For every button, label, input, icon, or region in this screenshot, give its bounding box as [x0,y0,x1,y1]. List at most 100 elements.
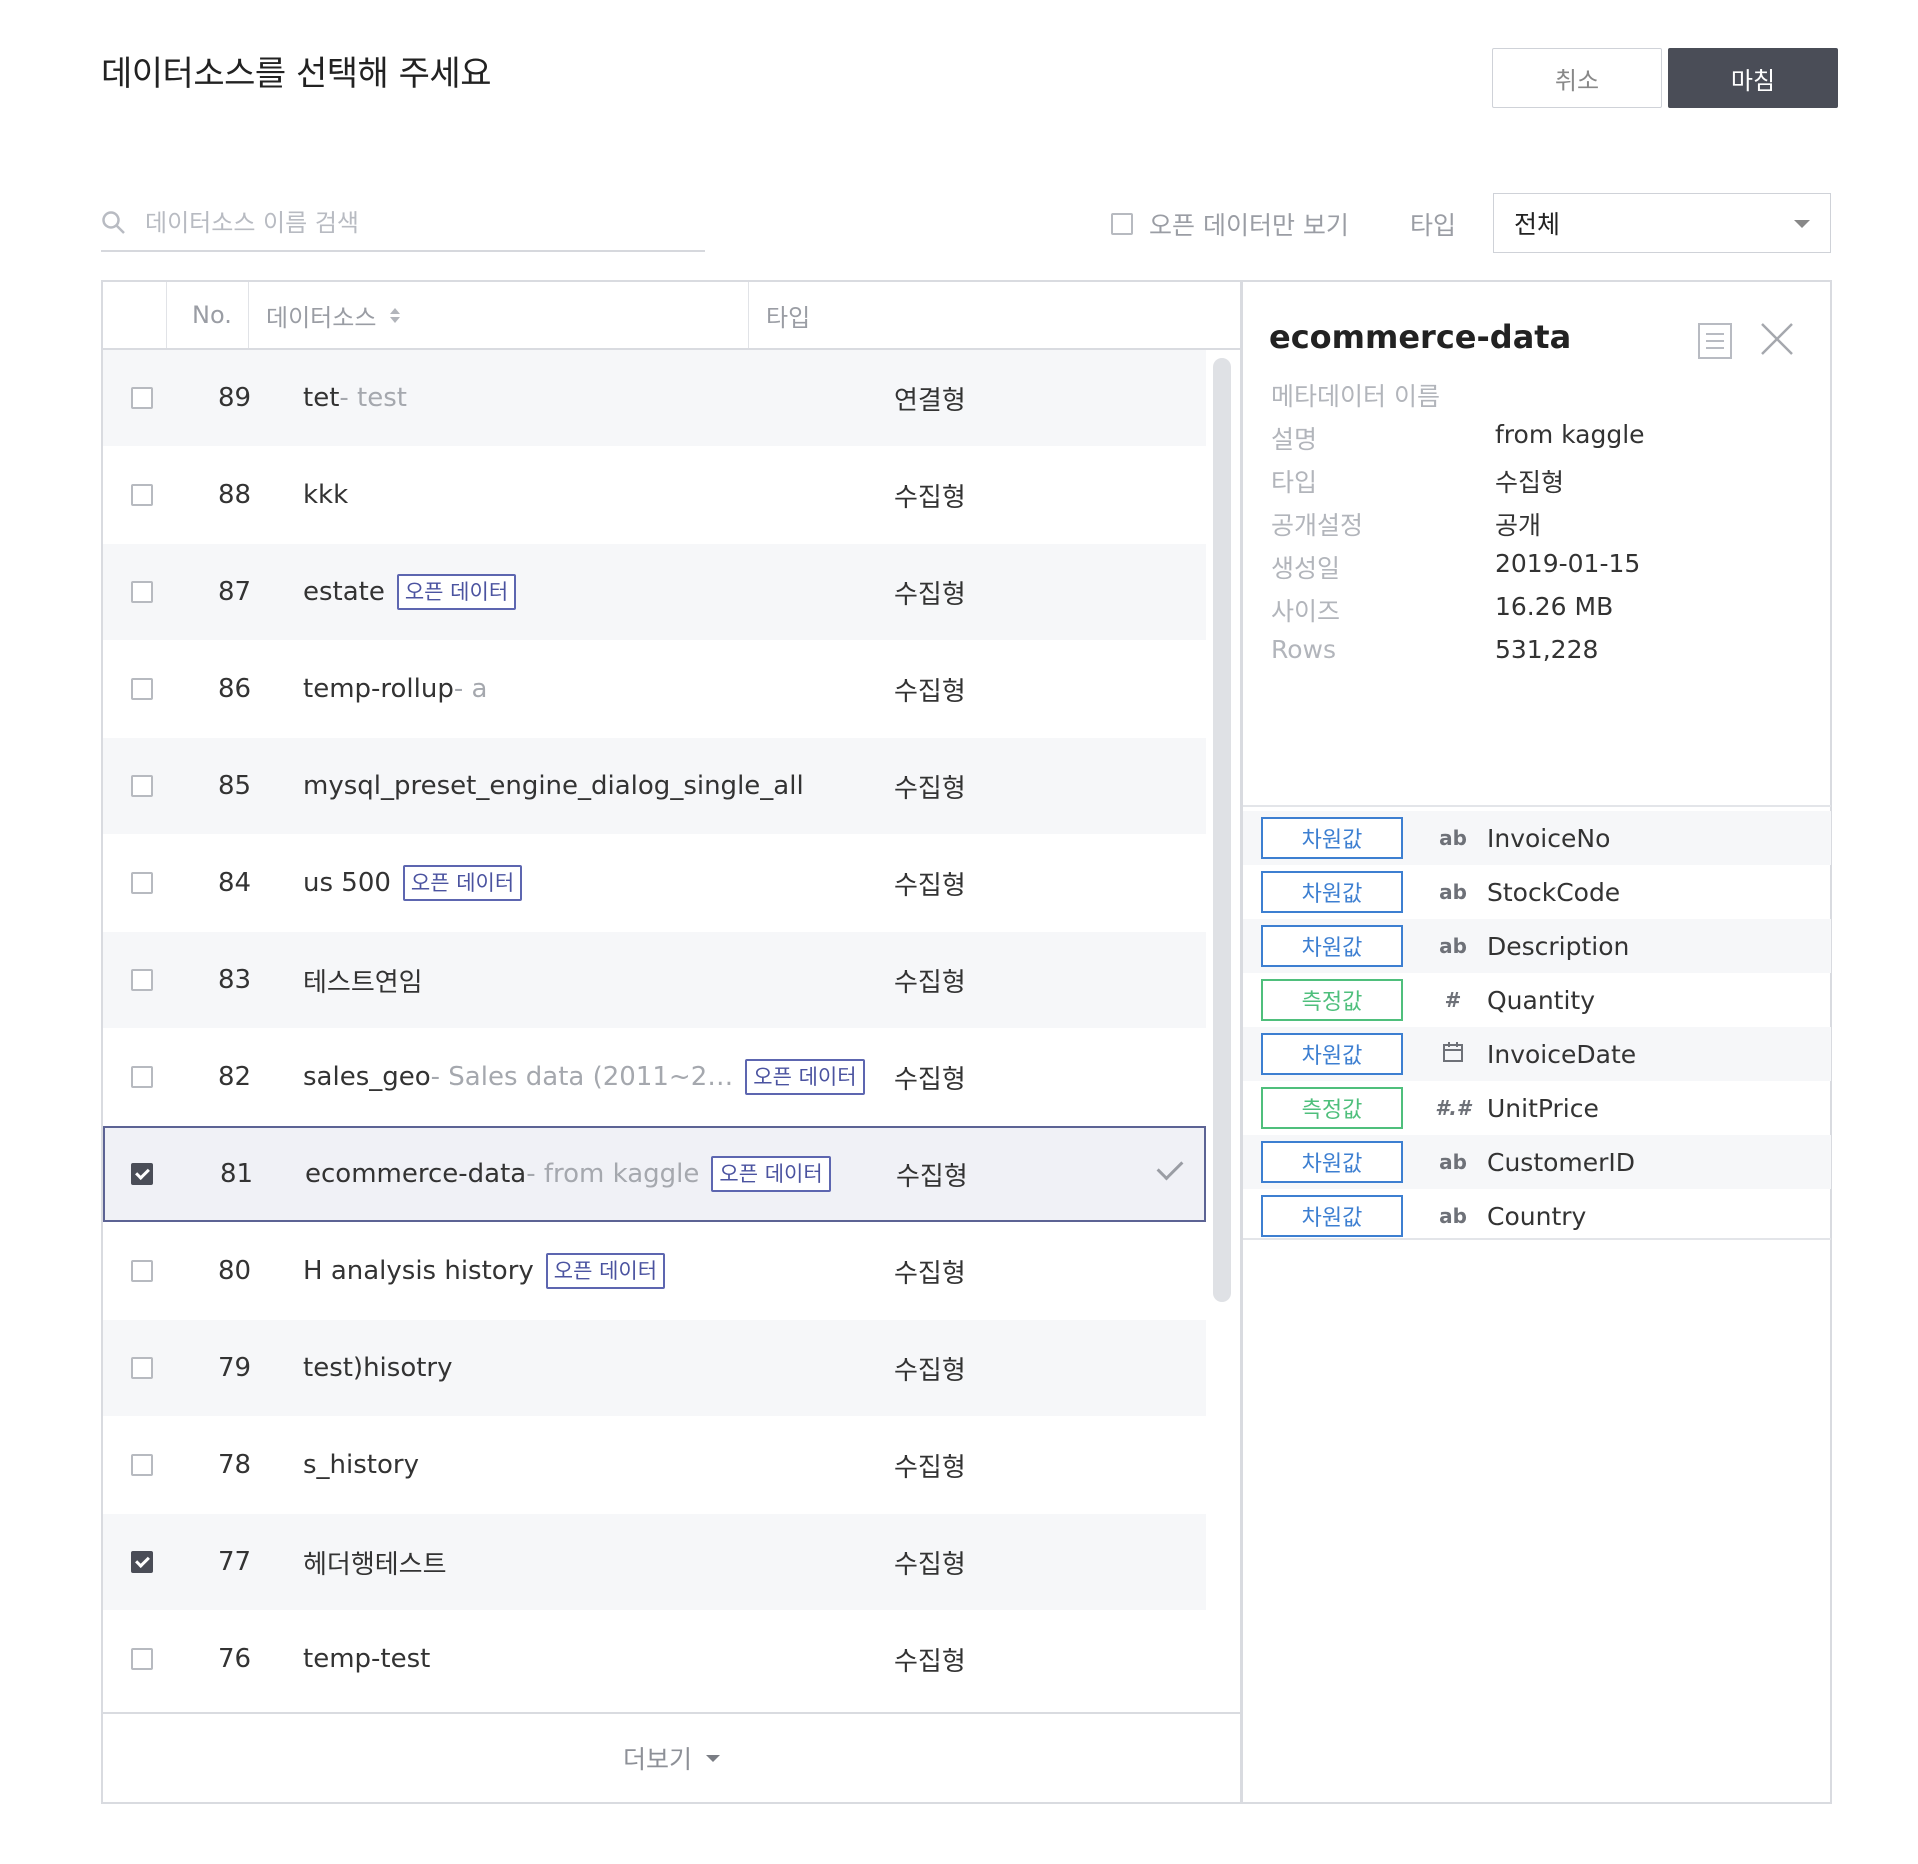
column-row: 차원값 ab Description [1243,919,1831,973]
metadata-key: Rows [1271,635,1337,664]
column-row: 측정값 # Quantity [1243,973,1831,1027]
column-role-badge: 차원값 [1261,871,1403,913]
datasource-name: temp-test [303,1644,431,1674]
table-row[interactable]: 83 테스트연임 수집형 [103,932,1206,1028]
row-checkbox[interactable] [131,1648,153,1670]
open-data-badge: 오픈 데이터 [402,865,523,901]
row-checkbox[interactable] [131,1260,153,1282]
load-more-button[interactable]: 더보기 [103,1712,1240,1802]
datasource-description: - Sales data (2011~2… [430,1062,734,1092]
row-name-cell: 테스트연임 [303,962,963,999]
row-type: 수집형 [894,967,966,998]
table-row[interactable]: 81 ecommerce-data - from kaggle 오픈 데이터 수집형 [103,1126,1206,1222]
row-checkbox[interactable] [131,581,153,603]
column-header-name[interactable]: 데이터소스 [266,282,401,348]
row-number: 82 [218,1062,252,1092]
table-header: No. 데이터소스 타입 [103,282,1240,350]
row-number: 88 [218,480,252,510]
row-checkbox[interactable] [131,484,153,506]
metadata-key: 설명 [1271,425,1318,454]
table-row[interactable]: 86 temp-rollup - a 수집형 [103,641,1206,737]
row-number: 87 [218,577,252,607]
row-checkbox[interactable] [131,969,153,991]
row-checkbox[interactable] [131,775,153,797]
datasource-description: - test [339,383,407,413]
datasource-name: tet [303,383,340,413]
column-header-no: No. [192,301,232,329]
chevron-down-icon [1794,220,1810,228]
row-name-cell: us 500 오픈 데이터 [303,865,963,901]
datasource-name: mysql_preset_engine_dialog_single_all [303,771,804,801]
table-row[interactable]: 88 kkk 수집형 [103,447,1206,543]
column-header-type: 타입 [766,303,811,332]
search-input[interactable] [145,209,665,237]
sort-icon[interactable] [390,307,401,323]
datasource-name: sales_geo [303,1062,431,1092]
table-row[interactable]: 84 us 500 오픈 데이터 수집형 [103,835,1206,931]
table-row[interactable]: 80 H analysis history 오픈 데이터 수집형 [103,1223,1206,1319]
string-type-icon: ab [1439,1204,1467,1228]
cancel-button[interactable]: 취소 [1492,48,1662,108]
column-role-badge: 차원값 [1261,1195,1403,1237]
table-row[interactable]: 76 temp-test 수집형 [103,1611,1206,1698]
column-name: InvoiceNo [1487,823,1611,853]
table-row[interactable]: 87 estate 오픈 데이터 수집형 [103,544,1206,640]
row-checkbox[interactable] [131,678,153,700]
column-name: Quantity [1487,985,1596,1015]
metadata-key: 공개설정 [1271,511,1364,540]
done-button[interactable]: 마침 [1668,48,1838,108]
row-checkbox[interactable] [131,1454,153,1476]
table-row[interactable]: 89 tet - test 연결형 [103,350,1206,446]
open-data-only-checkbox[interactable] [1111,213,1133,235]
row-number: 89 [218,383,252,413]
row-type: 수집형 [894,482,966,513]
row-name-cell: test)hisotry [303,1353,963,1383]
row-type: 수집형 [894,579,966,610]
row-number: 76 [218,1644,252,1674]
search-bar [101,196,705,252]
column-name: InvoiceDate [1487,1039,1637,1069]
row-type: 수집형 [894,773,966,804]
row-checkbox[interactable] [131,1163,153,1185]
row-name-cell: mysql_preset_engine_dialog_single_all [303,771,963,801]
metadata-value: 16.26 MB [1495,592,1614,621]
row-type: 수집형 [894,1452,966,1483]
datasource-description: - a [453,674,488,704]
row-type: 수집형 [894,1646,966,1677]
column-name: Country [1487,1201,1587,1231]
row-checkbox[interactable] [131,1066,153,1088]
row-type: 수집형 [894,1258,966,1289]
open-data-badge: 오픈 데이터 [711,1156,831,1192]
row-checkbox[interactable] [131,1551,153,1573]
row-checkbox[interactable] [131,387,153,409]
row-name-cell: kkk [303,480,963,510]
table-row[interactable]: 85 mysql_preset_engine_dialog_single_all 수… [103,738,1206,834]
column-name: Description [1487,931,1630,961]
type-select[interactable]: 전체 [1493,193,1831,253]
search-icon [101,209,129,237]
datasource-table: No. 데이터소스 타입 89 tet - test 연결형 88 kkk 수집형 87 es… [101,280,1242,1804]
row-name-cell: ecommerce-data - from kaggle 오픈 데이터 [305,1156,965,1192]
row-checkbox[interactable] [131,1357,153,1379]
table-row[interactable]: 79 test)hisotry 수집형 [103,1320,1206,1416]
column-name: UnitPrice [1487,1093,1599,1123]
row-number: 77 [218,1547,252,1577]
column-role-badge: 측정값 [1261,1087,1403,1129]
datasource-name: estate [303,577,385,607]
string-type-icon: ab [1439,826,1467,850]
load-more-label: 더보기 [622,1745,692,1774]
table-row[interactable]: 82 sales_geo - Sales data (2011~2… 오픈 데이터 수… [103,1029,1206,1125]
table-row[interactable]: 77 헤더행테스트 수집형 [103,1514,1206,1610]
datasource-name: kkk [303,480,349,510]
column-row: 차원값 ab Country [1243,1189,1831,1243]
document-icon[interactable] [1697,322,1733,360]
row-checkbox[interactable] [131,872,153,894]
row-name-cell: s_history [303,1450,963,1480]
close-icon[interactable] [1758,320,1796,358]
datasource-name: test)hisotry [303,1353,453,1383]
table-row[interactable]: 78 s_history 수집형 [103,1417,1206,1513]
metadata-value: 수집형 [1495,468,1565,497]
table-scrollbar[interactable] [1213,358,1231,1302]
open-data-only-filter[interactable]: 오픈 데이터만 보기 [1111,206,1349,242]
metadata-key: 생성일 [1271,554,1341,583]
